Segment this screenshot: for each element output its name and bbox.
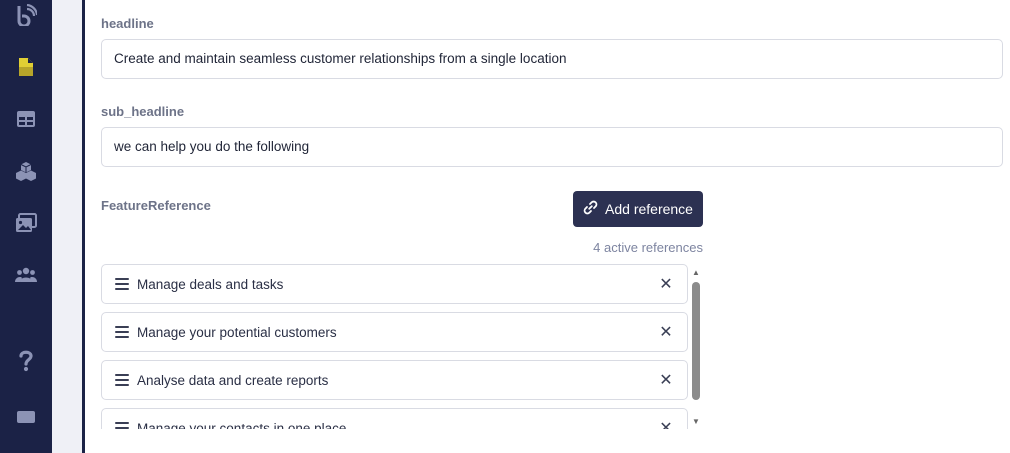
drag-handle-icon[interactable] bbox=[115, 374, 129, 386]
remove-reference-icon[interactable]: ✕ bbox=[659, 322, 673, 342]
headline-label: headline bbox=[101, 16, 154, 31]
remove-reference-icon[interactable]: ✕ bbox=[659, 274, 673, 294]
feature-reference-label: FeatureReference bbox=[101, 198, 211, 213]
remove-reference-icon[interactable]: ✕ bbox=[659, 370, 673, 390]
sub-headline-input[interactable]: we can help you do the following bbox=[101, 127, 1003, 167]
add-reference-button[interactable]: Add reference bbox=[573, 191, 703, 227]
headline-input[interactable]: Create and maintain seamless customer re… bbox=[101, 39, 1003, 79]
drag-handle-icon[interactable] bbox=[115, 422, 129, 429]
page-icon[interactable] bbox=[14, 55, 38, 79]
scrollbar-thumb[interactable] bbox=[692, 282, 700, 400]
reference-item[interactable]: Manage deals and tasks ✕ bbox=[101, 264, 688, 304]
chat-icon[interactable] bbox=[14, 405, 38, 429]
reference-label: Manage deals and tasks bbox=[137, 276, 284, 292]
reference-label: Analyse data and create reports bbox=[137, 372, 329, 388]
users-icon[interactable] bbox=[14, 263, 38, 287]
scroll-down-icon[interactable]: ▼ bbox=[691, 418, 701, 426]
brand-logo-icon[interactable] bbox=[14, 3, 38, 27]
remove-reference-icon[interactable]: ✕ bbox=[659, 418, 673, 429]
sidebar bbox=[0, 0, 52, 453]
reference-item[interactable]: Manage your potential customers ✕ bbox=[101, 312, 688, 352]
active-references-count: 4 active references bbox=[593, 240, 703, 255]
cubes-icon[interactable] bbox=[14, 159, 38, 183]
link-icon bbox=[583, 200, 598, 218]
scroll-up-icon[interactable]: ▲ bbox=[691, 269, 701, 277]
help-icon[interactable] bbox=[14, 349, 38, 373]
gutter bbox=[52, 0, 82, 453]
reference-label: Manage your contacts in one place bbox=[137, 420, 347, 430]
sub-headline-label: sub_headline bbox=[101, 104, 185, 119]
reference-item[interactable]: Manage your contacts in one place ✕ bbox=[101, 408, 688, 429]
reference-label: Manage your potential customers bbox=[137, 324, 337, 340]
drag-handle-icon[interactable] bbox=[115, 326, 129, 338]
media-icon[interactable] bbox=[14, 211, 38, 235]
table-icon[interactable] bbox=[14, 107, 38, 131]
reference-item[interactable]: Analyse data and create reports ✕ bbox=[101, 360, 688, 400]
add-reference-label: Add reference bbox=[605, 201, 693, 217]
reference-list: Manage deals and tasks ✕ Manage your pot… bbox=[101, 264, 701, 429]
content-editor: headline Create and maintain seamless cu… bbox=[85, 0, 1010, 453]
drag-handle-icon[interactable] bbox=[115, 278, 129, 290]
